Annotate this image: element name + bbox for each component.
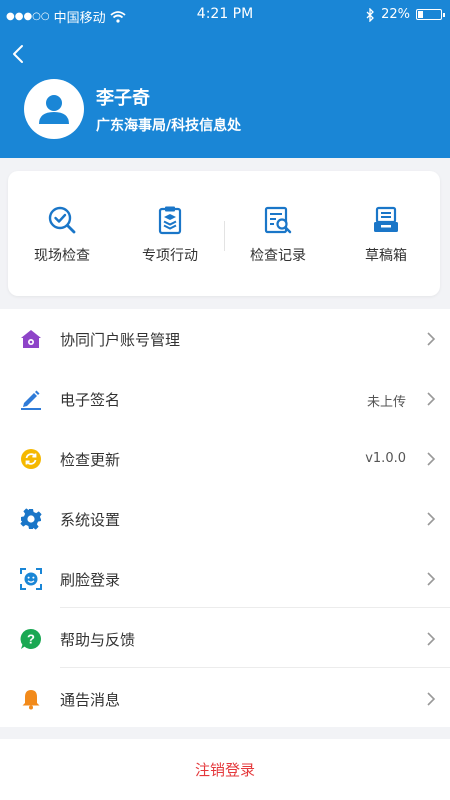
quick-action-special-campaign[interactable]: 专项行动 — [116, 171, 224, 296]
chevron-right-icon — [427, 572, 436, 586]
chevron-right-icon — [427, 512, 436, 526]
divider — [60, 667, 450, 668]
logout-label: 注销登录 — [194, 761, 255, 779]
pen-signature-icon — [21, 390, 41, 410]
battery-fill — [418, 11, 423, 18]
quick-action-label: 草稿箱 — [365, 248, 407, 264]
menu-item-label: 系统设置 — [60, 511, 121, 529]
menu-item-announcements[interactable]: 通告消息 — [0, 669, 450, 728]
clipboard-badge-icon — [158, 206, 182, 235]
home-icon — [21, 330, 41, 348]
chevron-right-icon — [427, 392, 436, 406]
gear-icon — [20, 508, 42, 530]
back-button[interactable] — [8, 40, 32, 68]
face-scan-icon — [20, 568, 42, 590]
menu-item-label: 刷脸登录 — [60, 571, 121, 589]
profile-header: ●●●○○ 中国移动 4:21 PM 22% 李子奇 广东海事局/科技信息处 — [0, 0, 450, 158]
divider — [60, 607, 450, 608]
quick-action-label: 专项行动 — [142, 248, 198, 264]
document-search-icon — [264, 206, 292, 234]
refresh-icon — [21, 449, 41, 469]
user-organization: 广东海事局/科技信息处 — [96, 118, 242, 134]
menu-item-portal-account[interactable]: 协同门户账号管理 — [0, 309, 450, 368]
battery-icon — [416, 9, 445, 20]
menu-item-label: 通告消息 — [60, 691, 121, 709]
quick-actions-card: 现场检查 专项行动 检查记录 草稿箱 — [8, 171, 440, 296]
bell-icon — [22, 690, 40, 710]
user-icon — [39, 95, 69, 124]
chevron-right-icon — [427, 632, 436, 646]
quick-action-onsite-inspection[interactable]: 现场检查 — [8, 171, 116, 296]
chevron-right-icon — [427, 452, 436, 466]
menu-item-label: 电子签名 — [60, 391, 121, 409]
settings-menu: 协同门户账号管理 电子签名 未上传 检查更新 v1.0.0 系统设置 刷脸登录 … — [0, 309, 450, 727]
quick-action-inspection-records[interactable]: 检查记录 — [224, 171, 332, 296]
quick-action-label: 现场检查 — [34, 248, 90, 264]
chevron-right-icon — [427, 692, 436, 706]
menu-item-label: 检查更新 — [60, 451, 121, 469]
menu-item-system-settings[interactable]: 系统设置 — [0, 489, 450, 548]
menu-item-label: 帮助与反馈 — [60, 631, 136, 649]
battery-percent: 22% — [381, 7, 410, 22]
menu-item-value: v1.0.0 — [365, 451, 406, 466]
menu-item-face-login[interactable]: 刷脸登录 — [0, 549, 450, 608]
menu-item-help-feedback[interactable]: ? 帮助与反馈 — [0, 609, 450, 668]
help-bubble-icon: ? — [20, 628, 41, 649]
status-bar: ●●●○○ 中国移动 4:21 PM 22% — [0, 0, 450, 30]
quick-action-drafts[interactable]: 草稿箱 — [332, 171, 440, 296]
drafts-tray-icon — [374, 206, 398, 232]
menu-item-e-signature[interactable]: 电子签名 未上传 — [0, 369, 450, 428]
chevron-right-icon — [427, 332, 436, 346]
avatar[interactable] — [24, 79, 84, 139]
bluetooth-icon — [366, 7, 375, 22]
chevron-left-icon — [13, 45, 23, 63]
logout-button[interactable]: 注销登录 — [0, 739, 450, 800]
quick-action-label: 检查记录 — [250, 248, 306, 264]
menu-item-check-update[interactable]: 检查更新 v1.0.0 — [0, 429, 450, 488]
user-name: 李子奇 — [96, 88, 150, 109]
magnify-check-icon — [48, 206, 76, 234]
svg-text:?: ? — [27, 632, 35, 647]
menu-item-label: 协同门户账号管理 — [60, 331, 181, 349]
menu-item-value: 未上传 — [366, 395, 406, 410]
